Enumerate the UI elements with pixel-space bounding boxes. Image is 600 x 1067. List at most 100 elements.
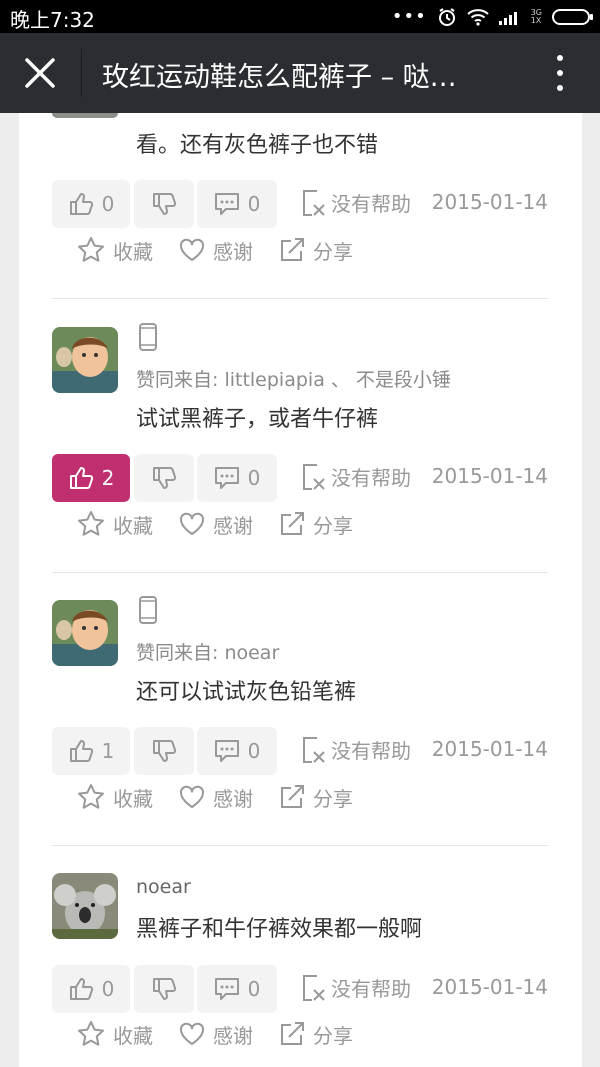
answers-list: 看。还有灰色裤子也不错 0 0 没有帮助 2015-01-14 收藏 感谢 分享… [19,113,582,1067]
status-time: 晚上7:32 [10,8,95,32]
like-count: 0 [101,977,115,1001]
dislike-button[interactable] [134,727,194,775]
signal-icon [498,12,517,25]
phone-icon [139,323,157,351]
answer-text: 还可以试试灰色铅笔裤 [136,680,357,705]
close-button[interactable] [18,53,62,93]
battery-icon [552,9,593,25]
dislike-button[interactable] [134,180,194,228]
thanks-button[interactable]: 感谢 [179,1018,253,1050]
thumbs-up-icon [69,740,93,762]
avatar-image [52,327,118,393]
answer-actions: 收藏 感谢 分享 [77,508,353,540]
divider [52,298,548,299]
comment-icon [214,467,239,489]
comment-count: 0 [247,466,261,490]
thanks-button[interactable]: 感谢 [179,781,253,813]
answer-item: 赞同来自: noear 还可以试试灰色铅笔裤 1 0 没有帮助 2015-01-… [52,596,548,845]
divider [52,572,548,573]
thanks-button[interactable]: 感谢 [179,234,253,266]
vote-bar: 1 0 没有帮助 2015-01-14 [52,727,548,775]
heart-icon [179,785,205,808]
star-icon [78,784,104,809]
avatar[interactable] [52,600,118,666]
more-vert-icon [557,55,563,61]
share-icon [281,1022,304,1045]
thumbs-down-icon [153,740,177,762]
favorite-button[interactable]: 收藏 [77,781,153,813]
avatar[interactable] [52,873,118,939]
phone-icon [139,596,157,624]
thumbs-up-icon [69,193,93,215]
no-help-icon [303,974,325,1001]
no-help-button[interactable]: 没有帮助 [301,188,411,217]
heart-icon [179,512,205,535]
star-icon [78,1021,104,1046]
page-title: 玫红运动鞋怎么配裤子 – 哒… [102,62,457,93]
comment-icon [214,740,239,762]
vote-bar: 2 0 没有帮助 2015-01-14 [52,454,548,502]
answer-actions: 收藏 感谢 分享 [77,234,353,266]
favorite-button[interactable]: 收藏 [77,1018,153,1050]
comment-button[interactable]: 0 [197,180,277,228]
thumbs-up-icon [69,978,93,1000]
comment-count: 0 [247,739,261,763]
answer-item: noear 黑裤子和牛仔裤效果都一般啊 0 0 没有帮助 2015-01-14 [52,873,548,1067]
avatar-image [52,600,118,666]
answer-actions: 收藏 感谢 分享 [77,781,353,813]
answer-date: 2015-01-14 [431,464,548,488]
no-help-button[interactable]: 没有帮助 [301,973,411,1002]
comment-icon [214,193,239,215]
dislike-button[interactable] [134,454,194,502]
star-icon [78,511,104,536]
answer-date: 2015-01-14 [431,975,548,999]
like-count: 2 [101,466,115,490]
like-button[interactable]: 1 [52,727,130,775]
notification-dots-icon: ••• [391,6,427,27]
thumbs-down-icon [153,978,177,1000]
like-button[interactable]: 0 [52,965,130,1013]
no-help-icon [303,736,325,763]
share-button[interactable]: 分享 [279,234,353,266]
alarm-icon [438,8,455,26]
share-icon [281,512,304,535]
avatar[interactable] [52,327,118,393]
no-help-button[interactable]: 没有帮助 [301,462,411,491]
status-bar: 晚上7:32 ••• 3G 1X [0,0,600,33]
like-count: 1 [101,739,115,763]
like-count: 0 [101,192,115,216]
thanks-button[interactable]: 感谢 [179,508,253,540]
thumbs-down-icon [153,467,177,489]
status-icons: ••• 3G 1X [391,5,593,29]
answer-text: 看。还有灰色裤子也不错 [136,133,379,158]
title-bar: 玫红运动鞋怎么配裤子 – 哒… [0,33,600,113]
username[interactable]: noear [136,876,191,898]
answer-date: 2015-01-14 [431,190,548,214]
comment-button[interactable]: 0 [197,727,277,775]
answer-date: 2015-01-14 [431,737,548,761]
like-button[interactable]: 0 [52,180,130,228]
favorite-button[interactable]: 收藏 [77,234,153,266]
share-button[interactable]: 分享 [279,1018,353,1050]
heart-icon [179,238,205,261]
no-help-button[interactable]: 没有帮助 [301,735,411,764]
title-separator [81,49,82,97]
agreed-by: 赞同来自: littlepiapia 、 不是段小锤 [136,369,451,391]
divider [52,845,548,846]
comment-button[interactable]: 0 [197,454,277,502]
comment-button[interactable]: 0 [197,965,277,1013]
like-button[interactable]: 2 [52,454,130,502]
vote-bar: 0 0 没有帮助 2015-01-14 [52,180,548,228]
agreed-by: 赞同来自: noear [136,642,280,664]
no-help-icon [303,463,325,490]
share-button[interactable]: 分享 [279,508,353,540]
favorite-button[interactable]: 收藏 [77,508,153,540]
dislike-button[interactable] [134,965,194,1013]
answer-actions: 收藏 感谢 分享 [77,1018,353,1050]
answer-text: 试试黑裤子，或者牛仔裤 [136,407,379,432]
vote-bar: 0 0 没有帮助 2015-01-14 [52,965,548,1013]
network-type: 3G 1X [530,8,542,25]
more-menu-button[interactable] [550,55,570,91]
share-button[interactable]: 分享 [279,781,353,813]
no-help-icon [303,189,325,216]
